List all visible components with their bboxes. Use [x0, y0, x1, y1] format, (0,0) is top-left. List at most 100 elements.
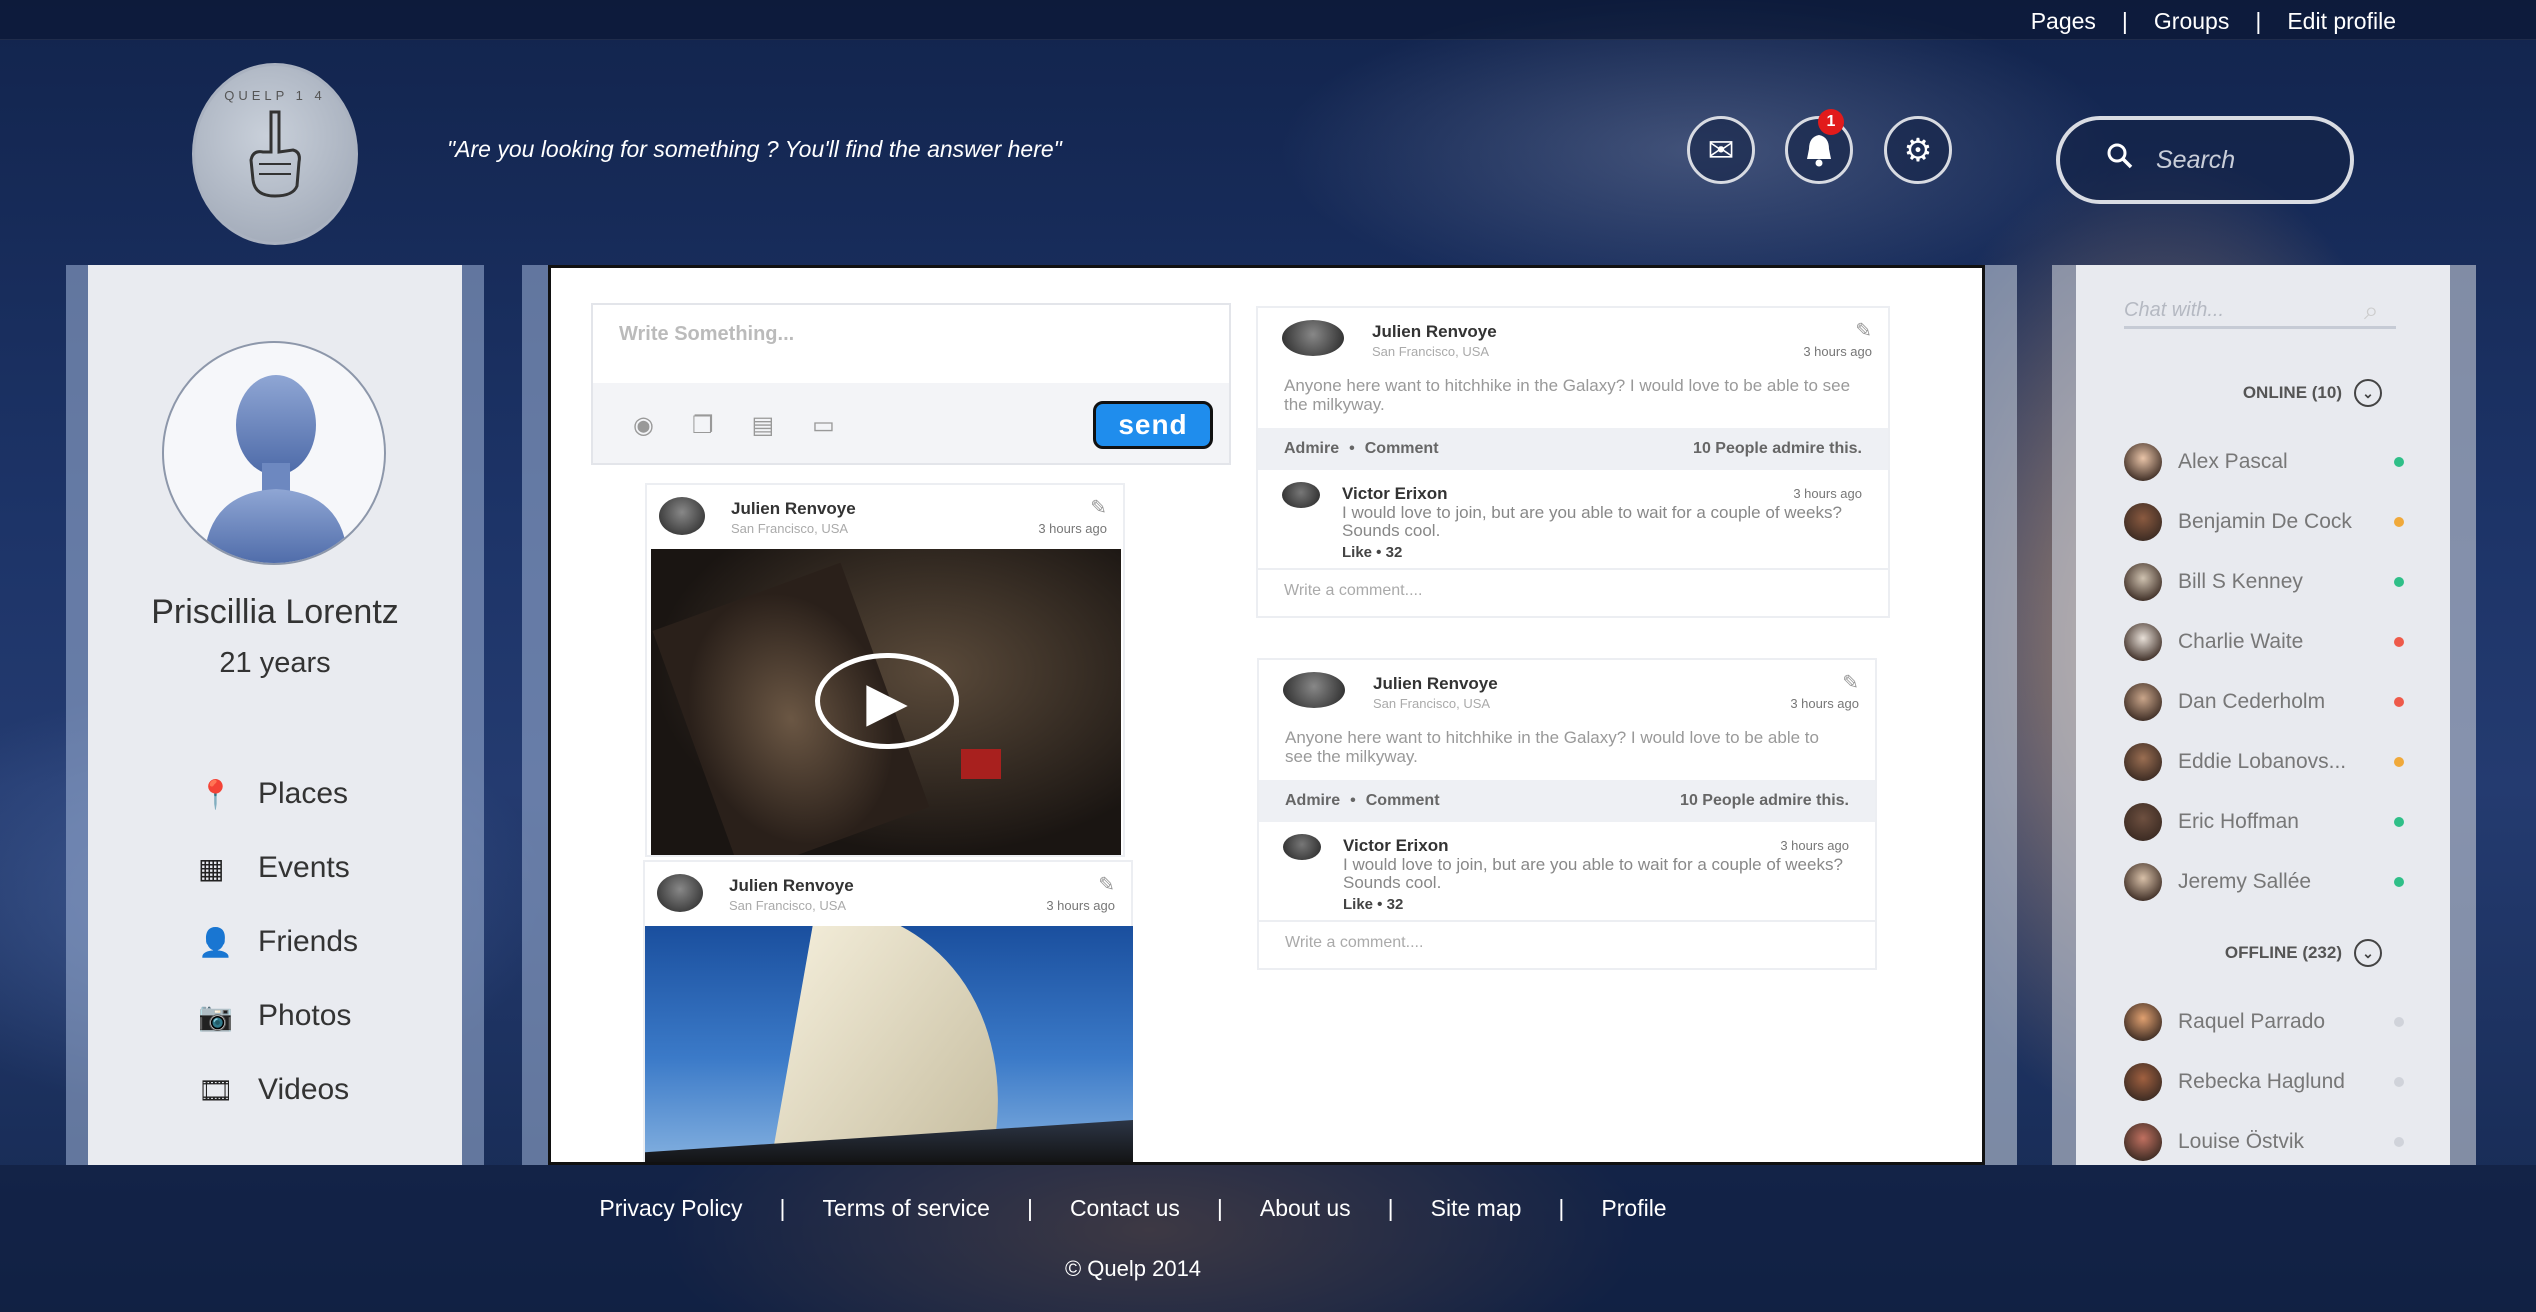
comment-button[interactable]: Comment — [1366, 792, 1440, 810]
contact-name: Dan Cederholm — [2178, 690, 2326, 713]
edit-icon[interactable]: ✎ — [1842, 670, 1859, 695]
left-panel-frame — [66, 265, 88, 1165]
footer-link-contact[interactable]: Contact us — [1033, 1195, 1217, 1222]
post-author[interactable]: Julien Renvoye — [1372, 322, 1497, 342]
comment-button[interactable]: Comment — [1365, 440, 1439, 458]
footer-link-sitemap[interactable]: Site map — [1394, 1195, 1559, 1222]
footer-link-profile[interactable]: Profile — [1564, 1195, 1703, 1222]
search-input[interactable] — [2156, 145, 2326, 175]
video-player[interactable]: ▶ — [651, 549, 1121, 855]
post-text: Anyone here want to hitchhike in the Gal… — [1285, 728, 1819, 766]
profile-nav-friends[interactable]: 👤 Friends — [198, 905, 358, 979]
chat-contact[interactable]: Jeremy Sallée — [2124, 862, 2404, 902]
profile-avatar-icon — [204, 375, 348, 563]
logo[interactable]: QUELP 1 4 — [192, 63, 358, 245]
search-box[interactable] — [2056, 116, 2354, 204]
comment-author[interactable]: Victor Erixon — [1343, 836, 1449, 856]
admire-button[interactable]: Admire — [1285, 792, 1340, 810]
avatar — [2124, 683, 2162, 721]
post-location: San Francisco, USA — [729, 898, 847, 913]
video-icon[interactable]: ▭ — [812, 411, 835, 440]
online-header[interactable]: ONLINE (10) ⌄ — [2243, 379, 2382, 407]
like-button[interactable]: Like — [1343, 896, 1373, 913]
main-frame — [1985, 265, 2017, 1165]
post-input[interactable]: Write Something... — [593, 305, 1229, 383]
avatar[interactable] — [162, 341, 386, 565]
chat-contact[interactable]: Alex Pascal — [2124, 442, 2404, 482]
footer-link-about[interactable]: About us — [1223, 1195, 1388, 1222]
profile-name: Priscillia Lorentz — [151, 593, 399, 631]
avatar — [2124, 443, 2162, 481]
left-panel-frame — [462, 265, 484, 1165]
chat-contact[interactable]: Dan Cederholm — [2124, 682, 2404, 722]
offline-header[interactable]: OFFLINE (232) ⌄ — [2225, 939, 2382, 967]
comment-input[interactable]: Write a comment.... — [1258, 570, 1888, 612]
profile-nav-events[interactable]: ▦ Events — [198, 831, 358, 905]
search-icon — [2106, 142, 2156, 178]
nav-link-edit-profile[interactable]: Edit profile — [2261, 8, 2396, 35]
comment-text: I would love to join, but are you able t… — [1343, 855, 1843, 892]
location-icon[interactable]: ◉ — [633, 411, 654, 440]
nav-link-pages[interactable]: Pages — [2005, 8, 2122, 35]
chat-contact[interactable]: Benjamin De Cock — [2124, 502, 2404, 542]
calendar-icon[interactable]: ▤ — [751, 411, 774, 440]
comment: Victor Erixon 3 hours ago I would love t… — [1259, 822, 1875, 922]
play-icon: ▶ — [866, 671, 908, 732]
contact-name: Raquel Parrado — [2178, 1010, 2326, 1033]
profile-nav-places[interactable]: 📍 Places — [198, 757, 358, 831]
like-button[interactable]: Like — [1342, 544, 1372, 561]
play-button[interactable]: ▶ — [815, 653, 959, 749]
messages-button[interactable]: ✉ — [1687, 116, 1755, 184]
profile-nav-photos[interactable]: 📷 Photos — [198, 979, 358, 1053]
contact-name: Benjamin De Cock — [2178, 510, 2352, 533]
sail-shape — [773, 926, 1037, 1146]
comment-author[interactable]: Victor Erixon — [1342, 484, 1448, 504]
nav-link-groups[interactable]: Groups — [2128, 8, 2255, 35]
post-header: Julien Renvoye San Francisco, USA 3 hour… — [1259, 660, 1875, 722]
avatar[interactable] — [1282, 320, 1344, 356]
avatar — [2124, 803, 2162, 841]
post-author[interactable]: Julien Renvoye — [731, 499, 856, 519]
contact-name: Eric Hoffman — [2178, 810, 2299, 833]
chat-contact[interactable]: Rebecka Haglund — [2124, 1062, 2404, 1102]
photo-post: Julien Renvoye San Francisco, USA 3 hour… — [643, 860, 1133, 1162]
admire-button[interactable]: Admire — [1284, 440, 1339, 458]
contact-name: Charlie Waite — [2178, 630, 2304, 653]
profile-nav-videos[interactable]: 🎞 Videos — [198, 1053, 358, 1127]
avatar[interactable] — [1283, 672, 1345, 708]
chat-contact[interactable]: Louise Östvik — [2124, 1122, 2404, 1162]
comment-input[interactable]: Write a comment.... — [1259, 922, 1875, 964]
video-post: Julien Renvoye San Francisco, USA 3 hour… — [645, 483, 1125, 857]
avatar[interactable] — [659, 497, 705, 535]
profile-nav-label: Videos — [258, 1073, 350, 1106]
send-button[interactable]: send — [1093, 401, 1213, 449]
avatar[interactable] — [1283, 834, 1321, 860]
search-icon[interactable]: ⌕ — [2364, 295, 2379, 327]
status-dot — [2394, 757, 2404, 767]
text-post: Julien Renvoye San Francisco, USA 3 hour… — [1256, 306, 1890, 618]
edit-icon[interactable]: ✎ — [1090, 495, 1107, 520]
chevron-down-icon[interactable]: ⌄ — [2354, 939, 2382, 967]
footer-link-privacy[interactable]: Privacy Policy — [562, 1195, 779, 1222]
chat-contact[interactable]: Eddie Lobanovs... — [2124, 742, 2404, 782]
chat-contact[interactable]: Charlie Waite — [2124, 622, 2404, 662]
edit-icon[interactable]: ✎ — [1855, 318, 1872, 343]
chat-search-input[interactable] — [2124, 299, 2364, 322]
avatar[interactable] — [1282, 482, 1320, 508]
settings-button[interactable]: ⚙ — [1884, 116, 1952, 184]
post-author[interactable]: Julien Renvoye — [729, 876, 854, 896]
avatar[interactable] — [657, 874, 703, 912]
chat-contact[interactable]: Raquel Parrado — [2124, 1002, 2404, 1042]
chevron-down-icon[interactable]: ⌄ — [2354, 379, 2382, 407]
footer-link-terms[interactable]: Terms of service — [786, 1195, 1027, 1222]
post-author[interactable]: Julien Renvoye — [1373, 674, 1498, 694]
notifications-button[interactable]: 1 — [1785, 109, 1853, 184]
post-photo[interactable] — [645, 926, 1133, 1162]
chat-contact[interactable]: Eric Hoffman — [2124, 802, 2404, 842]
gallery-icon[interactable]: ❐ — [692, 411, 714, 440]
right-panel-frame — [2052, 265, 2076, 1165]
action-separator: • — [1350, 792, 1356, 809]
edit-icon[interactable]: ✎ — [1098, 872, 1115, 897]
chat-contact[interactable]: Bill S Kenney — [2124, 562, 2404, 602]
video-frame — [961, 749, 1001, 779]
